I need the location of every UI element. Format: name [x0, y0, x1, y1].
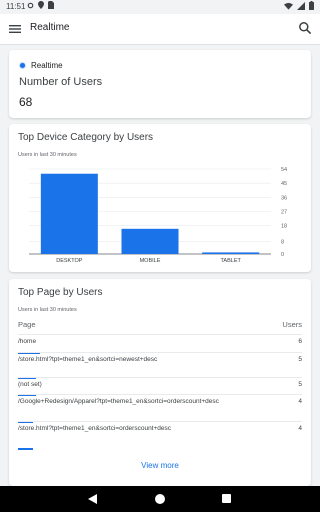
col-header-page: Page [18, 320, 36, 329]
live-dot-icon [19, 62, 26, 69]
page-path: /Google+Redesign/Apparel?tpt=theme1_en&s… [18, 398, 219, 405]
y-tick-label: 36 [281, 195, 287, 201]
page-card-title: Top Page by Users [18, 287, 103, 298]
page-path: /store.html?tpt=theme1_en&sortci=ordersc… [18, 425, 172, 432]
search-icon[interactable] [298, 21, 312, 35]
app-bar: Realtime [0, 14, 320, 45]
page-card-subtitle: Users in last 30 minutes [18, 307, 77, 313]
battery-icon [309, 1, 314, 10]
bar [202, 252, 260, 254]
table-row[interactable]: /home 6 [18, 334, 302, 354]
app-title: Realtime [30, 22, 70, 33]
realtime-badge: Realtime [19, 61, 63, 70]
device-category-card[interactable]: Top Device Category by Users Users in la… [9, 124, 311, 272]
y-tick-label: 8 [281, 239, 284, 245]
top-page-card[interactable]: Top Page by Users Users in last 30 minut… [9, 279, 311, 486]
realtime-badge-label: Realtime [31, 61, 63, 70]
status-time: 11:51 [6, 2, 26, 11]
page-users: 4 [298, 398, 302, 405]
page-path: /home [18, 338, 37, 345]
users-label: Number of Users [19, 76, 103, 88]
home-icon[interactable] [155, 494, 165, 504]
table-row[interactable]: /Google+Redesign/Apparel?tpt=theme1_en&s… [18, 394, 302, 423]
x-tick-label: DESKTOP [56, 258, 83, 264]
page-users: 6 [298, 338, 302, 345]
recent-apps-icon[interactable] [222, 494, 231, 503]
share-bar [18, 448, 33, 450]
realtime-card[interactable]: Realtime Number of Users 68 [9, 50, 311, 118]
x-tick-label: MOBILE [140, 258, 161, 264]
y-tick-label: 0 [281, 252, 284, 258]
page-path: (not set) [18, 381, 42, 388]
view-more-link[interactable]: View more [9, 461, 311, 470]
menu-icon[interactable] [8, 22, 22, 36]
system-nav-bar [0, 486, 320, 512]
back-icon[interactable] [88, 494, 97, 504]
wifi-icon [284, 2, 293, 10]
settings-icon [27, 2, 34, 8]
y-tick-label: 27 [281, 210, 287, 216]
y-tick-label: 18 [281, 224, 287, 230]
bar [40, 173, 98, 254]
y-tick-label: 54 [281, 167, 287, 173]
bar [121, 228, 179, 254]
table-row[interactable]: /store.html?tpt=theme1_en&sortci=newest+… [18, 352, 302, 379]
table-row[interactable]: /store.html?tpt=theme1_en&sortci=ordersc… [18, 421, 302, 450]
sim-card-icon [48, 1, 54, 9]
location-icon [38, 1, 44, 9]
device-bar-chart: 0 8 18 27 36 45 54 DESKTOP MOBILE TABLET [29, 167, 287, 264]
x-tick-label: TABLET [220, 258, 241, 264]
users-value: 68 [19, 95, 33, 109]
page-users: 5 [298, 356, 302, 363]
status-bar: 11:51 [0, 0, 320, 14]
page-path: /store.html?tpt=theme1_en&sortci=newest+… [18, 356, 158, 363]
table-row[interactable]: (not set) 5 [18, 377, 302, 396]
col-header-users: Users [282, 320, 302, 329]
signal-icon [297, 1, 305, 10]
y-tick-label: 45 [281, 181, 287, 187]
page-users: 5 [298, 381, 302, 388]
page-users: 4 [298, 425, 302, 432]
